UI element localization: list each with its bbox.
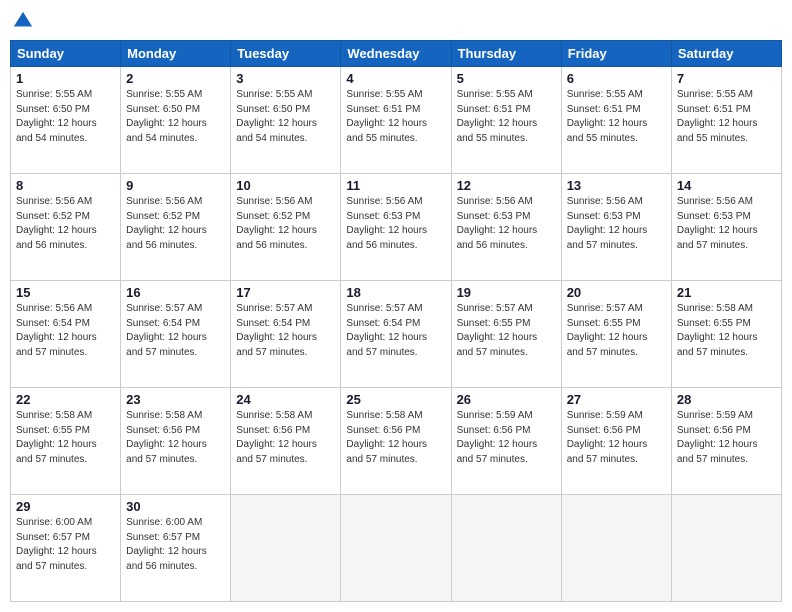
calendar-dow-monday: Monday xyxy=(121,41,231,67)
calendar-day-8: 8Sunrise: 5:56 AMSunset: 6:52 PMDaylight… xyxy=(11,174,121,281)
calendar-day-empty xyxy=(231,495,341,602)
calendar-day-3: 3Sunrise: 5:55 AMSunset: 6:50 PMDaylight… xyxy=(231,67,341,174)
calendar-day-30: 30Sunrise: 6:00 AMSunset: 6:57 PMDayligh… xyxy=(121,495,231,602)
calendar-week-2: 8Sunrise: 5:56 AMSunset: 6:52 PMDaylight… xyxy=(11,174,782,281)
calendar-day-27: 27Sunrise: 5:59 AMSunset: 6:56 PMDayligh… xyxy=(561,388,671,495)
calendar-table: SundayMondayTuesdayWednesdayThursdayFrid… xyxy=(10,40,782,602)
calendar-day-4: 4Sunrise: 5:55 AMSunset: 6:51 PMDaylight… xyxy=(341,67,451,174)
calendar-day-21: 21Sunrise: 5:58 AMSunset: 6:55 PMDayligh… xyxy=(671,281,781,388)
calendar-day-12: 12Sunrise: 5:56 AMSunset: 6:53 PMDayligh… xyxy=(451,174,561,281)
calendar-dow-sunday: Sunday xyxy=(11,41,121,67)
calendar-day-29: 29Sunrise: 6:00 AMSunset: 6:57 PMDayligh… xyxy=(11,495,121,602)
calendar-day-empty xyxy=(451,495,561,602)
logo-icon xyxy=(12,10,34,32)
calendar-day-18: 18Sunrise: 5:57 AMSunset: 6:54 PMDayligh… xyxy=(341,281,451,388)
calendar-day-7: 7Sunrise: 5:55 AMSunset: 6:51 PMDaylight… xyxy=(671,67,781,174)
header xyxy=(10,10,782,32)
calendar-day-14: 14Sunrise: 5:56 AMSunset: 6:53 PMDayligh… xyxy=(671,174,781,281)
page: SundayMondayTuesdayWednesdayThursdayFrid… xyxy=(0,0,792,612)
calendar-day-24: 24Sunrise: 5:58 AMSunset: 6:56 PMDayligh… xyxy=(231,388,341,495)
calendar-week-5: 29Sunrise: 6:00 AMSunset: 6:57 PMDayligh… xyxy=(11,495,782,602)
calendar-week-4: 22Sunrise: 5:58 AMSunset: 6:55 PMDayligh… xyxy=(11,388,782,495)
calendar-day-9: 9Sunrise: 5:56 AMSunset: 6:52 PMDaylight… xyxy=(121,174,231,281)
calendar-day-15: 15Sunrise: 5:56 AMSunset: 6:54 PMDayligh… xyxy=(11,281,121,388)
calendar-day-17: 17Sunrise: 5:57 AMSunset: 6:54 PMDayligh… xyxy=(231,281,341,388)
calendar-day-5: 5Sunrise: 5:55 AMSunset: 6:51 PMDaylight… xyxy=(451,67,561,174)
calendar-day-19: 19Sunrise: 5:57 AMSunset: 6:55 PMDayligh… xyxy=(451,281,561,388)
calendar-day-13: 13Sunrise: 5:56 AMSunset: 6:53 PMDayligh… xyxy=(561,174,671,281)
calendar-day-1: 1Sunrise: 5:55 AMSunset: 6:50 PMDaylight… xyxy=(11,67,121,174)
calendar-header-row: SundayMondayTuesdayWednesdayThursdayFrid… xyxy=(11,41,782,67)
calendar-day-6: 6Sunrise: 5:55 AMSunset: 6:51 PMDaylight… xyxy=(561,67,671,174)
calendar-dow-tuesday: Tuesday xyxy=(231,41,341,67)
calendar-week-3: 15Sunrise: 5:56 AMSunset: 6:54 PMDayligh… xyxy=(11,281,782,388)
calendar-day-26: 26Sunrise: 5:59 AMSunset: 6:56 PMDayligh… xyxy=(451,388,561,495)
calendar-day-10: 10Sunrise: 5:56 AMSunset: 6:52 PMDayligh… xyxy=(231,174,341,281)
calendar-dow-wednesday: Wednesday xyxy=(341,41,451,67)
calendar-day-2: 2Sunrise: 5:55 AMSunset: 6:50 PMDaylight… xyxy=(121,67,231,174)
logo xyxy=(10,10,34,32)
calendar-day-23: 23Sunrise: 5:58 AMSunset: 6:56 PMDayligh… xyxy=(121,388,231,495)
calendar-dow-thursday: Thursday xyxy=(451,41,561,67)
calendar-week-1: 1Sunrise: 5:55 AMSunset: 6:50 PMDaylight… xyxy=(11,67,782,174)
calendar-day-22: 22Sunrise: 5:58 AMSunset: 6:55 PMDayligh… xyxy=(11,388,121,495)
calendar-day-20: 20Sunrise: 5:57 AMSunset: 6:55 PMDayligh… xyxy=(561,281,671,388)
calendar-day-empty xyxy=(561,495,671,602)
calendar-day-25: 25Sunrise: 5:58 AMSunset: 6:56 PMDayligh… xyxy=(341,388,451,495)
calendar-dow-saturday: Saturday xyxy=(671,41,781,67)
calendar-day-empty xyxy=(671,495,781,602)
calendar-day-16: 16Sunrise: 5:57 AMSunset: 6:54 PMDayligh… xyxy=(121,281,231,388)
calendar-day-11: 11Sunrise: 5:56 AMSunset: 6:53 PMDayligh… xyxy=(341,174,451,281)
calendar-day-empty xyxy=(341,495,451,602)
calendar-day-28: 28Sunrise: 5:59 AMSunset: 6:56 PMDayligh… xyxy=(671,388,781,495)
calendar-dow-friday: Friday xyxy=(561,41,671,67)
